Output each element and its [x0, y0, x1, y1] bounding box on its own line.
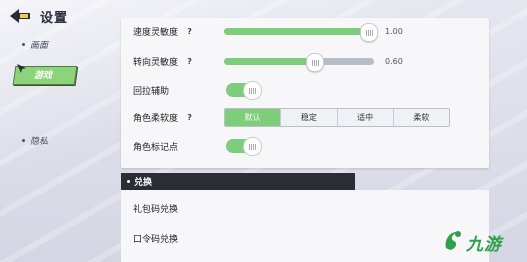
setting-row-character-marker: 角色标记点: [133, 140, 178, 153]
sidebar-item-label: 画面: [30, 41, 49, 51]
header: 设置: [8, 4, 68, 28]
sidebar-item-privacy[interactable]: 隐私: [22, 134, 48, 147]
softness-option-soft[interactable]: 柔软: [394, 109, 449, 126]
help-icon[interactable]: ?: [184, 56, 195, 67]
toggle-knob: [243, 137, 262, 156]
back-arrow-icon[interactable]: [8, 7, 34, 25]
slider-thumb[interactable]: [360, 23, 378, 42]
sidebar-item-graphics[interactable]: 画面: [22, 38, 48, 51]
setting-label: 回拉辅助: [133, 87, 170, 97]
setting-row-speed-sensitivity: 速度灵敏度 ?: [133, 25, 195, 38]
redeem-section-header: 兑换: [121, 173, 355, 190]
slider-thumb[interactable]: [306, 53, 324, 72]
softness-segmented-control: 默认 稳定 适中 柔软: [224, 108, 450, 127]
bullet-icon: [22, 139, 25, 142]
watermark: 九游: [442, 228, 502, 256]
speed-sensitivity-slider[interactable]: [224, 23, 378, 42]
slider-fill: [224, 58, 314, 65]
turn-sensitivity-slider[interactable]: [224, 53, 374, 72]
help-icon[interactable]: ?: [184, 26, 195, 37]
pullback-assist-toggle[interactable]: [226, 81, 262, 100]
help-icon[interactable]: ?: [184, 112, 195, 123]
slider-fill: [224, 28, 368, 35]
slider-value: 1.00: [385, 27, 403, 36]
setting-row-character-softness: 角色柔软度 ?: [133, 111, 195, 124]
redeem-list: 礼包码兑换 口令码兑换: [121, 190, 489, 262]
softness-option-stable[interactable]: 稳定: [281, 109, 338, 126]
setting-label: 转向灵敏度: [133, 58, 179, 68]
watermark-logo-icon: [442, 228, 464, 256]
character-marker-toggle[interactable]: [226, 137, 262, 156]
slider-value: 0.60: [385, 57, 403, 66]
toggle-knob: [243, 81, 262, 100]
setting-row-pullback-assist: 回拉辅助: [133, 84, 169, 97]
password-code-redeem-item[interactable]: 口令码兑换: [133, 232, 178, 245]
softness-option-medium[interactable]: 适中: [338, 109, 394, 126]
setting-row-turn-sensitivity: 转向灵敏度 ?: [133, 55, 195, 68]
settings-panel: 速度灵敏度 ? 1.00 转向灵敏度 ? 0.60 回拉辅助 角色柔软度 ? 默…: [121, 18, 489, 168]
gift-code-redeem-item[interactable]: 礼包码兑换: [133, 202, 178, 215]
setting-label: 角色柔软度: [133, 114, 179, 124]
pointer-arrow-icon: [16, 60, 28, 73]
section-title: 兑换: [134, 178, 153, 188]
setting-label: 速度灵敏度: [133, 28, 179, 38]
bullet-icon: [22, 43, 25, 46]
bullet-icon: [127, 180, 130, 183]
sidebar-item-label: 游戏: [34, 71, 53, 81]
setting-label: 角色标记点: [133, 143, 179, 153]
page-title: 设置: [40, 10, 69, 26]
watermark-text: 九游: [466, 234, 502, 255]
sidebar-item-label: 隐私: [30, 137, 49, 147]
softness-option-default[interactable]: 默认: [225, 109, 282, 126]
